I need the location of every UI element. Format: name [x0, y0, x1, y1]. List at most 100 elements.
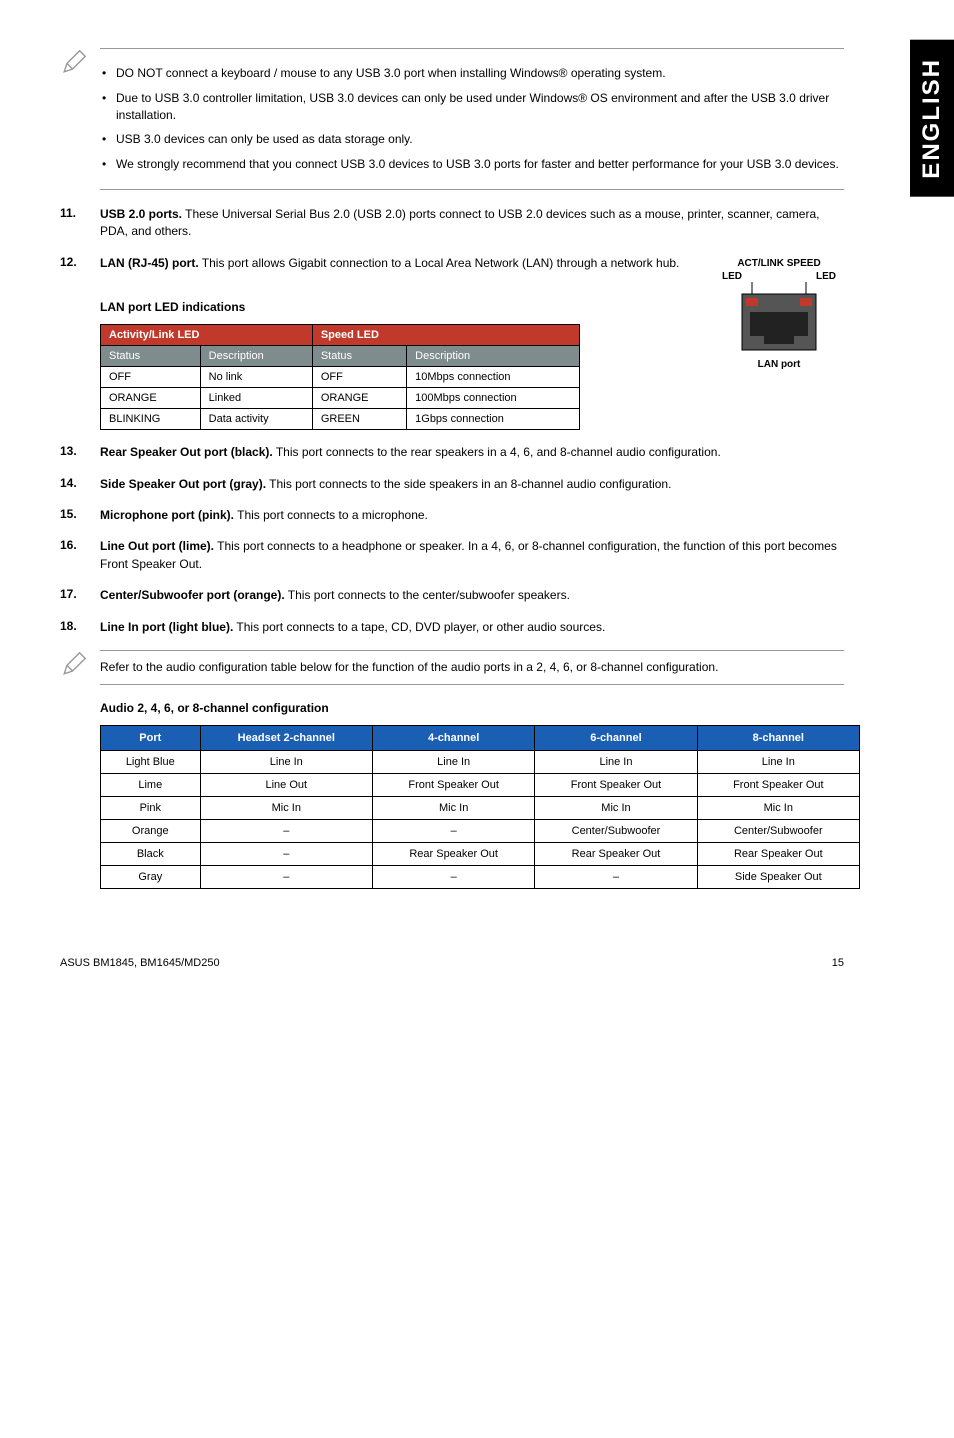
lan-led-heading: LAN port LED indications — [100, 300, 714, 314]
table-cell: 100Mbps connection — [407, 388, 580, 409]
table-cell: Mic In — [535, 796, 697, 819]
note-text: Refer to the audio configuration table b… — [100, 650, 844, 685]
footer-page-number: 15 — [832, 957, 844, 969]
table-subheader: Status — [312, 346, 406, 367]
item-title: LAN (RJ-45) port. — [100, 256, 199, 270]
table-cell: Front Speaker Out — [373, 773, 535, 796]
note-item: We strongly recommend that you connect U… — [100, 156, 844, 173]
table-subheader: Description — [407, 346, 580, 367]
table-cell: Linked — [200, 388, 312, 409]
lan-led-table: Activity/Link LED Speed LED Status Descr… — [100, 324, 580, 430]
item-title: Side Speaker Out port (gray). — [100, 477, 266, 491]
table-cell: Line In — [200, 750, 372, 773]
table-cell: Black — [101, 842, 201, 865]
pencil-icon — [60, 48, 100, 79]
table-cell: Pink — [101, 796, 201, 819]
item-title: Microphone port (pink). — [100, 508, 234, 522]
table-cell: 10Mbps connection — [407, 367, 580, 388]
table-cell: GREEN — [312, 409, 406, 430]
diagram-label: LED — [722, 271, 742, 282]
table-cell: OFF — [101, 367, 201, 388]
table-cell: No link — [200, 367, 312, 388]
item-number: 12. — [60, 255, 100, 272]
table-cell: – — [200, 819, 372, 842]
table-cell: Orange — [101, 819, 201, 842]
table-cell: Rear Speaker Out — [535, 842, 697, 865]
item-text: This port connects to a tape, CD, DVD pl… — [233, 620, 605, 634]
table-header: Headset 2-channel — [200, 725, 372, 750]
list-item-16: 16. Line Out port (lime). This port conn… — [60, 538, 894, 573]
item-text: This port connects to a microphone. — [234, 508, 428, 522]
table-subheader: Status — [101, 346, 201, 367]
table-cell: 1Gbps connection — [407, 409, 580, 430]
item-number: 18. — [60, 619, 100, 636]
table-cell: Center/Subwoofer — [697, 819, 859, 842]
list-item-14: 14. Side Speaker Out port (gray). This p… — [60, 476, 894, 493]
list-item-18: 18. Line In port (light blue). This port… — [60, 619, 894, 636]
table-cell: ORANGE — [312, 388, 406, 409]
diagram-label: ACT/LINK — [737, 258, 784, 269]
table-cell: Line In — [373, 750, 535, 773]
item-title: Rear Speaker Out port (black). — [100, 445, 273, 459]
diagram-label: LED — [816, 271, 836, 282]
footer-left: ASUS BM1845, BM1645/MD250 — [60, 957, 220, 969]
item-title: Line Out port (lime). — [100, 539, 214, 553]
table-cell: Center/Subwoofer — [535, 819, 697, 842]
diagram-label: SPEED — [787, 258, 821, 269]
note-item: Due to USB 3.0 controller limitation, US… — [100, 90, 844, 124]
note-block-audio: Refer to the audio configuration table b… — [60, 650, 894, 685]
lan-port-diagram: ACT/LINK SPEED LED LED LAN port — [714, 258, 844, 370]
item-title: Line In port (light blue). — [100, 620, 233, 634]
table-header: Speed LED — [312, 325, 579, 346]
item-number: 15. — [60, 507, 100, 524]
table-cell: Mic In — [697, 796, 859, 819]
table-header: Port — [101, 725, 201, 750]
table-cell: – — [373, 819, 535, 842]
note-block-usb: DO NOT connect a keyboard / mouse to any… — [60, 48, 894, 190]
list-item-15: 15. Microphone port (pink). This port co… — [60, 507, 894, 524]
list-item-13: 13. Rear Speaker Out port (black). This … — [60, 444, 894, 461]
item-number: 11. — [60, 206, 100, 241]
table-cell: OFF — [312, 367, 406, 388]
table-cell: – — [200, 865, 372, 888]
table-subheader: Description — [200, 346, 312, 367]
table-cell: ORANGE — [101, 388, 201, 409]
table-header: 6-channel — [535, 725, 697, 750]
table-cell: – — [535, 865, 697, 888]
note-item: USB 3.0 devices can only be used as data… — [100, 131, 844, 148]
table-cell: – — [200, 842, 372, 865]
item-number: 16. — [60, 538, 100, 573]
table-cell: Front Speaker Out — [535, 773, 697, 796]
pencil-icon — [60, 650, 100, 681]
table-header: 4-channel — [373, 725, 535, 750]
table-cell: – — [373, 865, 535, 888]
diagram-label: LAN port — [714, 359, 844, 370]
item-text: This port connects to the rear speakers … — [273, 445, 721, 459]
item-title: USB 2.0 ports. — [100, 207, 182, 221]
table-cell: Line In — [697, 750, 859, 773]
table-cell: Gray — [101, 865, 201, 888]
list-item-11: 11. USB 2.0 ports. These Universal Seria… — [60, 206, 894, 241]
side-tab: ENGLISH — [910, 40, 954, 197]
item-text: This port allows Gigabit connection to a… — [199, 256, 680, 270]
item-title: Center/Subwoofer port (orange). — [100, 588, 285, 602]
list-item-17: 17. Center/Subwoofer port (orange). This… — [60, 587, 894, 604]
item-text: This port connects to the side speakers … — [266, 477, 671, 491]
item-number: 17. — [60, 587, 100, 604]
table-cell: Light Blue — [101, 750, 201, 773]
table-cell: BLINKING — [101, 409, 201, 430]
table-cell: Lime — [101, 773, 201, 796]
page-footer: ASUS BM1845, BM1645/MD250 15 — [60, 949, 894, 969]
note-item: DO NOT connect a keyboard / mouse to any… — [100, 65, 844, 82]
item-number: 13. — [60, 444, 100, 461]
table-cell: Rear Speaker Out — [697, 842, 859, 865]
audio-config-table: Port Headset 2-channel 4-channel 6-chann… — [100, 725, 860, 889]
table-cell: Line Out — [200, 773, 372, 796]
table-cell: Mic In — [200, 796, 372, 819]
table-header: 8-channel — [697, 725, 859, 750]
table-cell: Mic In — [373, 796, 535, 819]
table-cell: Rear Speaker Out — [373, 842, 535, 865]
audio-config-heading: Audio 2, 4, 6, or 8-channel configuratio… — [100, 701, 894, 715]
item-text: This port connects to the center/subwoof… — [285, 588, 570, 602]
table-cell: Front Speaker Out — [697, 773, 859, 796]
